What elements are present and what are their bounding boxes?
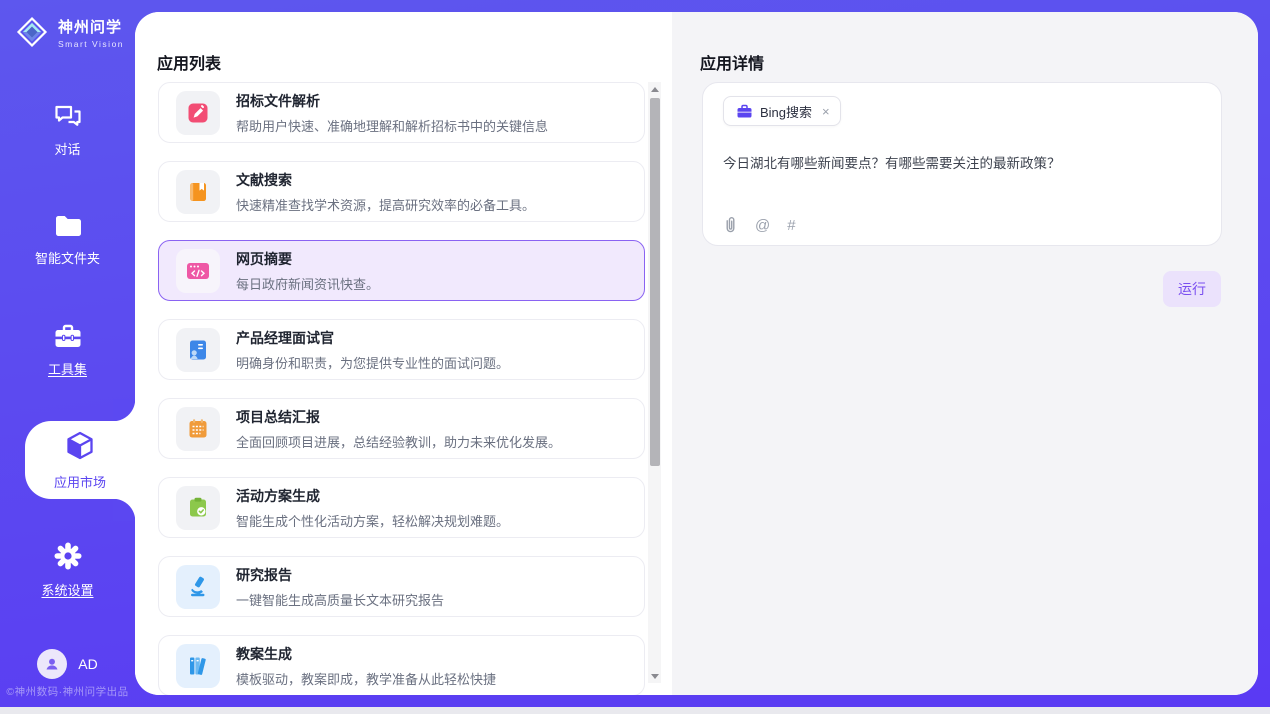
app-item-desc: 一键智能生成高质量长文本研究报告 (236, 590, 444, 609)
close-icon[interactable]: × (822, 105, 830, 118)
sidebar-item-app-market[interactable]: 应用市场 (25, 421, 135, 499)
app-detail-panel: 应用详情 Bing搜索 × 今日湖北有哪些新闻要点？有哪些需要关注的最新政策？ … (672, 12, 1258, 695)
toolbox-icon (53, 323, 83, 350)
sidebar-item-label: 对话 (54, 139, 80, 158)
books-icon (176, 644, 220, 688)
brand-logo: 神州问学 Smart Vision (13, 13, 124, 51)
app-item-title: 活动方案生成 (236, 486, 509, 506)
person-icon (43, 655, 61, 673)
sidebar: 神州问学 Smart Vision 对话 智能文件夹 (0, 0, 135, 707)
book-icon (176, 170, 220, 214)
app-list-item[interactable]: 教案生成 模板驱动，教案即成，教学准备从此轻松快捷 (158, 635, 645, 695)
app-item-title: 网页摘要 (236, 249, 379, 269)
scroll-down-icon[interactable] (648, 669, 661, 683)
app-item-title: 文献搜索 (236, 170, 535, 190)
app-list: 招标文件解析 帮助用户快速、准确地理解和解析招标书中的关键信息 文献搜索 快速精… (158, 82, 645, 695)
sidebar-item-toolset[interactable]: 工具集 (0, 315, 135, 385)
attachment-icon[interactable] (723, 216, 738, 234)
brand-tagline: Smart Vision (58, 39, 124, 49)
scrollbar-thumb[interactable] (650, 98, 660, 466)
hash-icon[interactable]: # (787, 217, 795, 234)
notepad-icon (176, 407, 220, 451)
brand-name: 神州问学 (58, 16, 124, 37)
sidebar-item-label: 工具集 (48, 359, 87, 378)
app-item-desc: 快速精准查找学术资源，提高研究效率的必备工具。 (236, 195, 535, 214)
main-content: 应用列表 招标文件解析 帮助用户快速、准确地理解和解析招标书中的关键信息 文献搜… (135, 12, 1258, 695)
composer-toolbar: @ # (723, 216, 796, 234)
app-list-item[interactable]: 文献搜索 快速精准查找学术资源，提高研究效率的必备工具。 (158, 161, 645, 222)
app-detail-title: 应用详情 (700, 50, 764, 74)
app-item-title: 教案生成 (236, 644, 496, 664)
app-list-item[interactable]: 网页摘要 每日政府新闻资讯快查。 (158, 240, 645, 301)
webpage-code-icon (176, 249, 220, 293)
run-button[interactable]: 运行 (1163, 271, 1221, 307)
query-text: 今日湖北有哪些新闻要点？有哪些需要关注的最新政策？ (723, 154, 1201, 174)
app-item-title: 招标文件解析 (236, 91, 548, 111)
app-item-desc: 明确身份和职责，为您提供专业性的面试问题。 (236, 353, 509, 372)
briefcase-icon (736, 104, 753, 119)
copyright-text: ©神州数码·神州问学出品 (0, 684, 135, 699)
app-list-item[interactable]: 研究报告 一键智能生成高质量长文本研究报告 (158, 556, 645, 617)
clipboard-check-icon (176, 486, 220, 530)
scrollbar[interactable] (648, 82, 661, 683)
user-initials: AD (78, 656, 97, 672)
query-input[interactable]: Bing搜索 × 今日湖北有哪些新闻要点？有哪些需要关注的最新政策？ @ # (702, 82, 1222, 246)
app-item-desc: 智能生成个性化活动方案，轻松解决规划难题。 (236, 511, 509, 530)
sidebar-item-label: 应用市场 (54, 472, 106, 491)
app-list-title: 应用列表 (157, 50, 221, 74)
app-item-desc: 每日政府新闻资讯快查。 (236, 274, 379, 293)
sidebar-item-smart-folders[interactable]: 智能文件夹 (0, 205, 135, 275)
sidebar-item-label: 系统设置 (41, 580, 93, 599)
app-item-title: 项目总结汇报 (236, 407, 561, 427)
sidebar-item-settings[interactable]: 系统设置 (0, 535, 135, 605)
avatar (37, 649, 67, 679)
cube-icon (63, 429, 97, 463)
folder-icon (53, 213, 83, 239)
resume-icon (176, 328, 220, 372)
app-list-panel: 应用列表 招标文件解析 帮助用户快速、准确地理解和解析招标书中的关键信息 文献搜… (135, 12, 672, 695)
microscope-icon (176, 565, 220, 609)
doc-edit-icon (176, 91, 220, 135)
app-item-title: 研究报告 (236, 565, 444, 585)
mention-icon[interactable]: @ (755, 217, 770, 234)
app-list-item[interactable]: 招标文件解析 帮助用户快速、准确地理解和解析招标书中的关键信息 (158, 82, 645, 143)
sidebar-item-label: 智能文件夹 (35, 248, 100, 267)
sidebar-item-chat[interactable]: 对话 (0, 95, 135, 165)
tool-tag-bing-search[interactable]: Bing搜索 × (723, 96, 841, 126)
app-list-item[interactable]: 产品经理面试官 明确身份和职责，为您提供专业性的面试问题。 (158, 319, 645, 380)
scroll-up-icon[interactable] (648, 82, 661, 96)
tool-tag-label: Bing搜索 (760, 102, 812, 121)
sidebar-nav: 对话 智能文件夹 工具集 应用市场 (0, 95, 135, 645)
app-item-desc: 帮助用户快速、准确地理解和解析招标书中的关键信息 (236, 116, 548, 135)
app-item-desc: 模板驱动，教案即成，教学准备从此轻松快捷 (236, 669, 496, 688)
gear-icon (53, 541, 83, 571)
app-list-item[interactable]: 项目总结汇报 全面回顾项目进展，总结经验教训，助力未来优化发展。 (158, 398, 645, 459)
user-account[interactable]: AD (0, 649, 135, 679)
app-item-title: 产品经理面试官 (236, 328, 509, 348)
chat-icon (53, 102, 83, 130)
app-list-item[interactable]: 活动方案生成 智能生成个性化活动方案，轻松解决规划难题。 (158, 477, 645, 538)
diamond-logo-icon (13, 13, 51, 51)
app-item-desc: 全面回顾项目进展，总结经验教训，助力未来优化发展。 (236, 432, 561, 451)
